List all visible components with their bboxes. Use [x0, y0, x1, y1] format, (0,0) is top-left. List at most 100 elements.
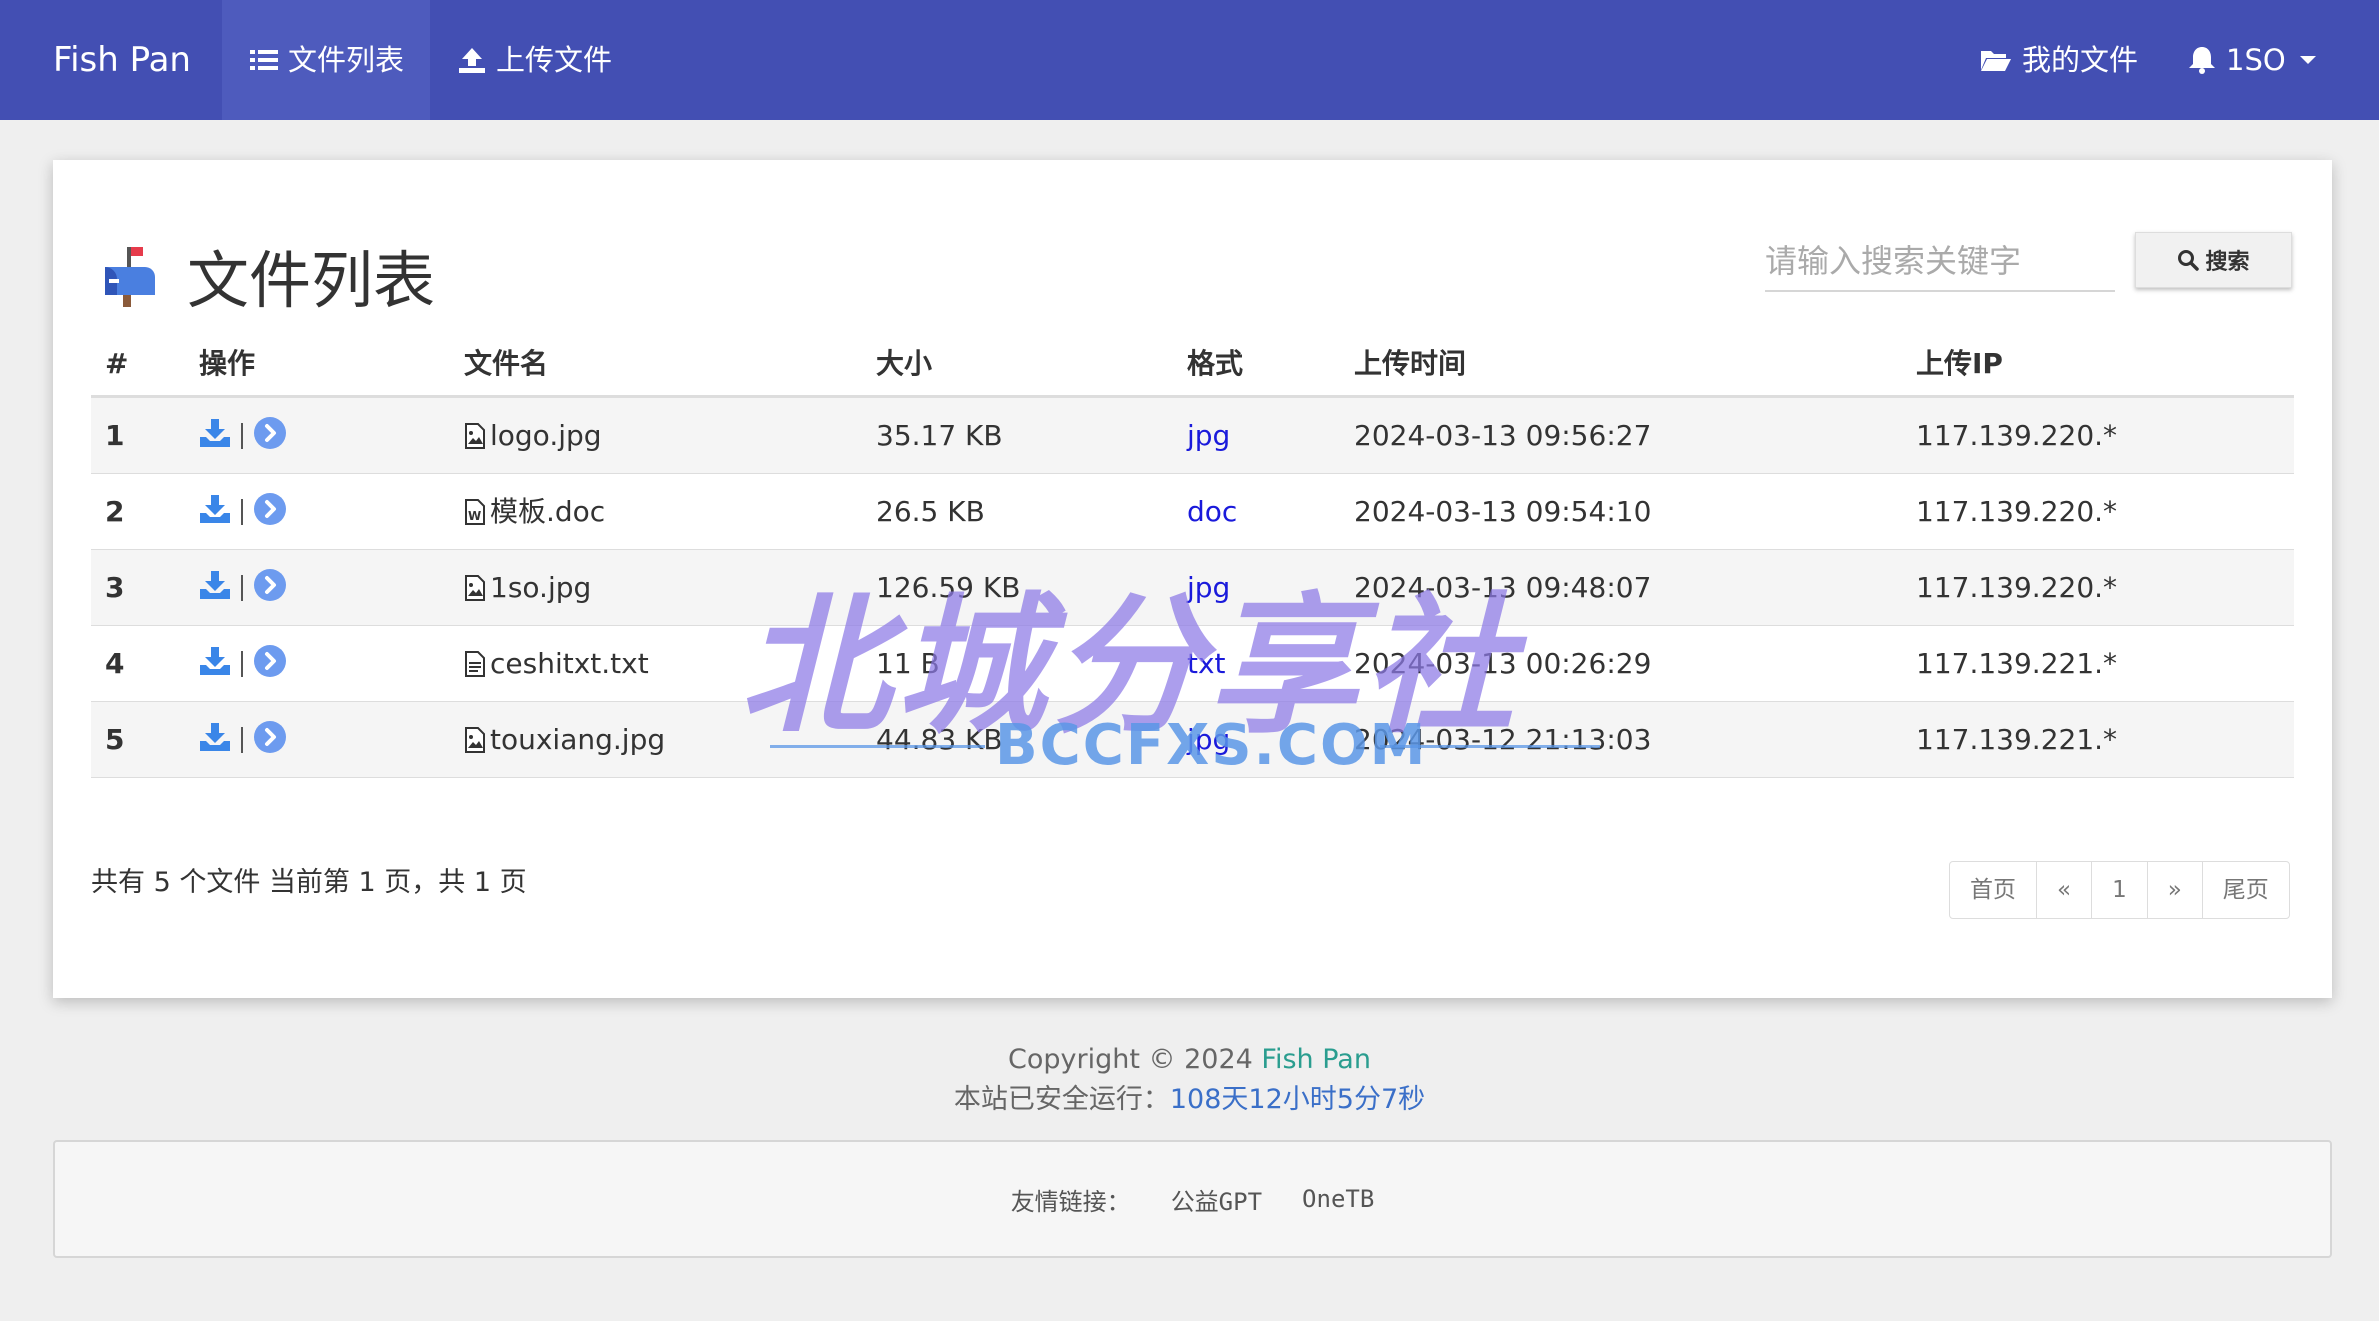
upload-time: 2024-03-13 09:48:07 — [1354, 571, 1652, 604]
action-divider — [241, 727, 243, 753]
footer: Copyright © 2024 Fish Pan 本站已安全运行：108天12… — [0, 1040, 2379, 1120]
search-icon — [2178, 250, 2200, 271]
row-actions — [199, 398, 287, 474]
file-list-panel: 文件列表 搜索 # 操作 文件名 大小 格式 上传时间 上传IP 1 logo.j… — [53, 160, 2332, 998]
upload-time: 2024-03-13 09:54:10 — [1354, 495, 1652, 528]
file-name[interactable]: ceshitxt.txt — [464, 626, 649, 702]
upload-ip: 117.139.220.* — [1916, 495, 2118, 528]
runtime-value: 108天12小时5分7秒 — [1169, 1084, 1426, 1115]
file-format-link[interactable]: jpg — [1187, 398, 1230, 474]
bell-icon — [2189, 47, 2215, 74]
search-input[interactable] — [1765, 232, 2115, 292]
upload-ip: 117.139.221.* — [1916, 723, 2118, 756]
file-format-link[interactable]: txt — [1187, 626, 1226, 702]
open-arrow-icon[interactable] — [253, 416, 287, 457]
image-file-icon — [464, 575, 486, 601]
header-actions: 操作 — [199, 347, 256, 380]
upload-ip: 117.139.221.* — [1916, 647, 2118, 680]
friend-link-gpt[interactable]: 公益GPT — [1171, 1182, 1262, 1217]
pagination: 首页 « 1 » 尾页 — [1949, 861, 2290, 919]
open-arrow-icon[interactable] — [253, 568, 287, 609]
action-divider — [241, 499, 243, 525]
row-number: 4 — [105, 647, 125, 680]
runtime-label: 本站已安全运行： — [953, 1084, 1170, 1115]
open-arrow-icon[interactable] — [253, 720, 287, 761]
header-upload-time: 上传时间 — [1354, 347, 1467, 380]
image-file-icon — [464, 423, 486, 449]
footer-brand-link[interactable]: Fish Pan — [1261, 1044, 1371, 1075]
file-format-link[interactable]: doc — [1187, 474, 1237, 550]
table-header: # 操作 文件名 大小 格式 上传时间 上传IP — [91, 330, 2294, 398]
svg-text:W: W — [468, 509, 481, 523]
file-format-link[interactable]: jpg — [1187, 702, 1230, 778]
file-size: 126.59 KB — [876, 571, 1021, 604]
file-name[interactable]: 1so.jpg — [464, 550, 591, 626]
upload-ip: 117.139.220.* — [1916, 419, 2118, 452]
table-row: 4 ceshitxt.txt 11 B txt 2024-03-13 00:26:29 1… — [91, 626, 2294, 702]
search-button-label: 搜索 — [2205, 250, 2250, 275]
row-actions — [199, 702, 287, 778]
runtime-line: 本站已安全运行：108天12小时5分7秒 — [0, 1080, 2379, 1120]
copyright-text: Copyright © 2024 — [1008, 1044, 1262, 1075]
upload-ip: 117.139.220.* — [1916, 571, 2118, 604]
table-row: 1 logo.jpg 35.17 KB jpg 2024-03-13 09:56:27 1… — [91, 398, 2294, 474]
nav-upload[interactable]: 上传文件 — [458, 0, 612, 120]
file-name[interactable]: W 模板.doc — [464, 474, 605, 550]
nav-my-files[interactable]: 我的文件 — [1980, 0, 2138, 120]
page-last[interactable]: 尾页 — [2201, 862, 2289, 918]
open-arrow-icon[interactable] — [253, 492, 287, 533]
file-name-text: ceshitxt.txt — [490, 647, 649, 680]
download-icon[interactable] — [199, 645, 231, 684]
file-name[interactable]: logo.jpg — [464, 398, 602, 474]
header-format: 格式 — [1187, 347, 1244, 380]
row-number: 1 — [105, 419, 125, 452]
download-icon[interactable] — [199, 569, 231, 608]
action-divider — [241, 423, 243, 449]
friend-link-onetb[interactable]: OneTB — [1302, 1185, 1374, 1213]
mailbox-icon — [105, 247, 155, 307]
search-button[interactable]: 搜索 — [2135, 232, 2292, 288]
table-row: 3 1so.jpg 126.59 KB jpg 2024-03-13 09:48:07 1… — [91, 550, 2294, 626]
file-name-text: logo.jpg — [490, 419, 602, 452]
open-arrow-icon[interactable] — [253, 644, 287, 685]
file-size: 35.17 KB — [876, 419, 1003, 452]
header-upload-ip: 上传IP — [1916, 347, 2003, 380]
brand-logo[interactable]: Fish Pan — [53, 0, 191, 120]
page-prev[interactable]: « — [2036, 862, 2091, 918]
text-file-icon — [464, 651, 486, 677]
header-size: 大小 — [876, 347, 933, 380]
file-name-text: 模板.doc — [490, 495, 606, 528]
file-name[interactable]: touxiang.jpg — [464, 702, 665, 778]
page-next[interactable]: » — [2146, 862, 2202, 918]
pagination-summary: 共有 5 个文件 当前第 1 页，共 1 页 — [91, 867, 527, 898]
header-filename: 文件名 — [464, 347, 549, 380]
page-number[interactable]: 1 — [2091, 862, 2147, 918]
file-size: 44.83 KB — [876, 723, 1003, 756]
copyright-line: Copyright © 2024 Fish Pan — [0, 1040, 2379, 1080]
header-number: # — [105, 347, 129, 380]
upload-icon — [459, 48, 485, 73]
table-row: 5 touxiang.jpg 44.83 KB jpg 2024-03-12 21:13… — [91, 702, 2294, 778]
row-number: 3 — [105, 571, 125, 604]
row-number: 5 — [105, 723, 125, 756]
nav-my-files-label: 我的文件 — [2022, 43, 2139, 77]
row-actions — [199, 550, 287, 626]
friend-links: 友情链接： 公益GPT OneTB — [53, 1140, 2332, 1258]
file-format-link[interactable]: jpg — [1187, 550, 1230, 626]
panel-header: 文件列表 — [101, 230, 435, 320]
upload-time: 2024-03-13 00:26:29 — [1354, 647, 1652, 680]
download-icon[interactable] — [199, 493, 231, 532]
row-actions — [199, 626, 287, 702]
download-icon[interactable] — [199, 417, 231, 456]
image-file-icon — [464, 727, 486, 753]
top-navbar: Fish Pan 文件列表 上传文件 我的文件 1SO — [0, 0, 2379, 120]
download-icon[interactable] — [199, 721, 231, 760]
user-menu[interactable]: 1SO — [2188, 0, 2316, 120]
row-number: 2 — [105, 495, 125, 528]
nav-file-list[interactable]: 文件列表 — [222, 0, 430, 120]
folder-open-icon — [1981, 51, 2011, 71]
file-size: 26.5 KB — [876, 495, 985, 528]
nav-upload-label: 上传文件 — [496, 43, 613, 77]
page-first[interactable]: 首页 — [1950, 862, 2036, 918]
file-size: 11 B — [876, 647, 940, 680]
